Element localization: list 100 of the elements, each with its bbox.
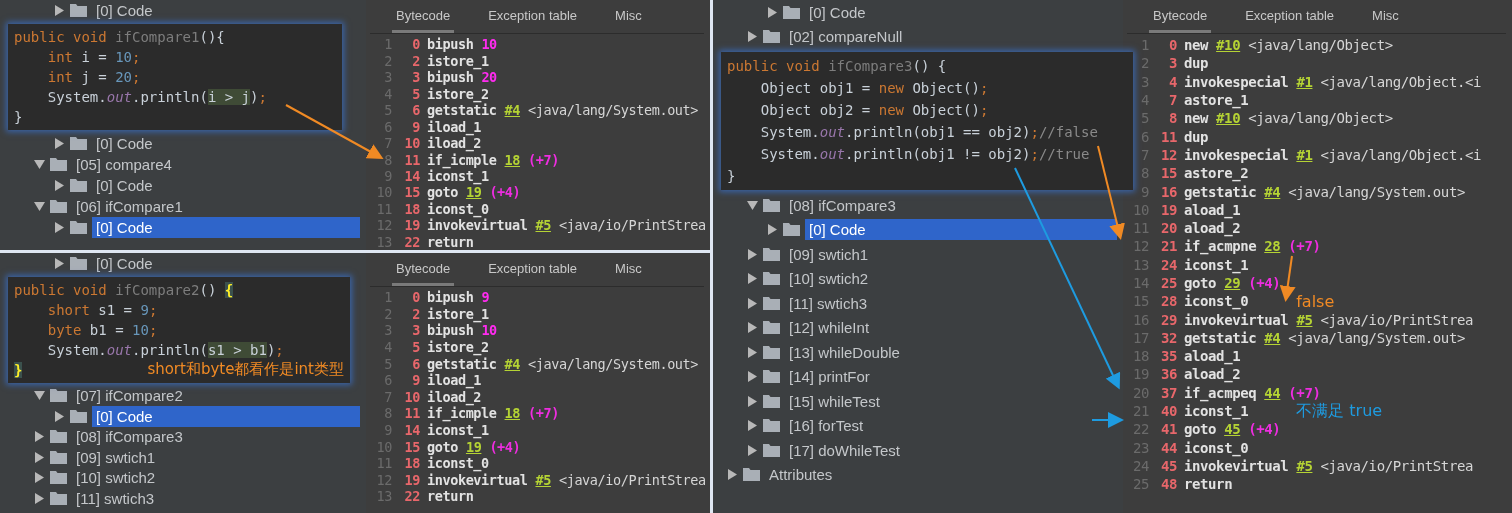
tab[interactable]: Misc bbox=[611, 0, 646, 33]
tab[interactable]: Exception table bbox=[1241, 0, 1339, 33]
tree-item[interactable]: [0] Code bbox=[92, 217, 360, 238]
bytecode-instruction: goto 29 (+4) bbox=[1184, 275, 1282, 291]
caret-right-icon[interactable] bbox=[54, 222, 65, 233]
tree-item[interactable]: [0] Code bbox=[92, 253, 157, 274]
tree-item[interactable]: [12] whileInt bbox=[785, 317, 874, 339]
tree-item[interactable]: [0] Code bbox=[92, 133, 157, 154]
folder-icon bbox=[763, 394, 780, 408]
caret-right-icon[interactable] bbox=[727, 469, 738, 481]
bytecode-instruction: return bbox=[1184, 476, 1234, 493]
bytecode-instruction: goto 19 (+4) bbox=[427, 184, 522, 201]
caret-right-icon[interactable] bbox=[747, 444, 758, 456]
caret-right-icon[interactable] bbox=[747, 346, 758, 358]
caret-down-icon[interactable] bbox=[34, 390, 45, 402]
bytecode-instruction: iconst_1 bbox=[1184, 256, 1250, 273]
caret-right-icon[interactable] bbox=[767, 224, 778, 236]
tree-item[interactable]: [08] ifCompare3 bbox=[72, 426, 187, 448]
tree-item[interactable]: [10] swtich2 bbox=[72, 467, 160, 489]
tree-item[interactable]: [07] ifCompare2 bbox=[72, 385, 187, 407]
caret-right-icon[interactable] bbox=[54, 257, 65, 269]
folder-icon bbox=[783, 5, 800, 19]
code-line: } bbox=[727, 167, 736, 186]
code-line: Object obj1 = new Object(); bbox=[759, 79, 989, 98]
bytecode-instruction: aload_1 bbox=[1184, 348, 1242, 365]
caret-right-icon[interactable] bbox=[747, 322, 758, 334]
bytecode-instruction: goto 45 (+4) bbox=[1184, 421, 1282, 438]
bytecode-offset: 19 bbox=[403, 217, 420, 234]
caret-right-icon[interactable] bbox=[747, 371, 758, 383]
bytecode-instruction: if_icmple 18 (+7) bbox=[427, 405, 560, 422]
caret-right-icon[interactable] bbox=[34, 451, 45, 463]
tree-item[interactable]: [13] whileDouble bbox=[785, 341, 904, 363]
tree-item[interactable]: [0] Code bbox=[805, 219, 1117, 241]
code-line: Object obj2 = new Object(); bbox=[759, 101, 989, 120]
tree-item[interactable]: [02] compareNull bbox=[785, 26, 907, 48]
caret-down-icon[interactable] bbox=[34, 159, 45, 170]
tab[interactable]: Bytecode bbox=[392, 0, 455, 33]
caret-right-icon[interactable] bbox=[747, 31, 758, 43]
bytecode-offset: 9 bbox=[411, 118, 420, 135]
folder-icon bbox=[70, 137, 87, 150]
tree-item[interactable]: [09] swtich1 bbox=[785, 243, 873, 265]
caret-right-icon[interactable] bbox=[34, 492, 45, 504]
tree-item[interactable]: [11] swtich3 bbox=[72, 487, 159, 509]
tree-item[interactable]: [06] ifCompare1 bbox=[72, 196, 187, 217]
tree-item[interactable]: [0] Code bbox=[92, 405, 360, 427]
caret-right-icon[interactable] bbox=[747, 248, 758, 260]
caret-right-icon[interactable] bbox=[34, 431, 45, 443]
tree-item[interactable]: [14] printFor bbox=[785, 366, 874, 388]
bytecode-offset: 11 bbox=[403, 405, 420, 422]
bytecode-instruction: getstatic #4 <java/lang/System.out> bbox=[427, 355, 700, 372]
caret-right-icon[interactable] bbox=[54, 410, 65, 422]
tree-item[interactable]: Attributes bbox=[765, 464, 837, 486]
bytecode-offset: 11 bbox=[403, 151, 420, 168]
caret-right-icon[interactable] bbox=[767, 6, 778, 18]
caret-right-icon[interactable] bbox=[54, 138, 65, 149]
caret-right-icon[interactable] bbox=[747, 395, 758, 407]
bytecode-offset: 4 bbox=[1167, 73, 1177, 90]
bytecode-instruction: bipush 9 bbox=[427, 289, 491, 306]
bytecode-instruction: bipush 20 bbox=[427, 69, 498, 86]
tree-item[interactable]: [05] compare4 bbox=[72, 154, 176, 175]
tree-item[interactable]: [15] whileTest bbox=[785, 390, 884, 412]
caret-down-icon[interactable] bbox=[747, 199, 758, 211]
folder-icon bbox=[763, 370, 780, 384]
folder-icon bbox=[763, 30, 780, 44]
tree-item[interactable]: [10] swtich2 bbox=[785, 268, 873, 290]
bytecode-offset: 8 bbox=[1167, 110, 1177, 127]
tree-item[interactable]: [11] swtich3 bbox=[785, 292, 872, 314]
tree-item[interactable]: [17] doWhileTest bbox=[785, 439, 904, 461]
bytecode-offset: 18 bbox=[403, 455, 420, 472]
code-line: System.out.println(obj1 != obj2);//true bbox=[759, 145, 1090, 164]
bytecode-offset: 2 bbox=[411, 305, 420, 322]
caret-right-icon[interactable] bbox=[54, 5, 65, 16]
tree-item[interactable]: [0] Code bbox=[92, 0, 157, 21]
tab[interactable]: Exception table bbox=[484, 0, 582, 33]
tree-item[interactable]: [0] Code bbox=[92, 175, 157, 196]
tab[interactable]: Misc bbox=[1368, 0, 1403, 33]
caret-right-icon[interactable] bbox=[747, 420, 758, 432]
caret-right-icon[interactable] bbox=[747, 297, 758, 309]
folder-icon bbox=[70, 221, 87, 234]
tab[interactable]: Misc bbox=[611, 253, 646, 286]
code-line: public void ifCompare3() { bbox=[727, 57, 947, 76]
tab[interactable]: Bytecode bbox=[1149, 0, 1212, 33]
tab[interactable]: Bytecode bbox=[392, 253, 455, 286]
bytecode-instruction: istore_2 bbox=[427, 339, 490, 356]
bytecode-offset: 35 bbox=[1159, 348, 1177, 365]
caret-down-icon[interactable] bbox=[34, 201, 45, 212]
bytecode-offset: 10 bbox=[403, 135, 420, 152]
bytecode-instruction: aload_1 bbox=[1184, 201, 1242, 218]
tree-item[interactable]: [16] forTest bbox=[785, 415, 868, 437]
tree-item[interactable]: [0] Code bbox=[805, 1, 870, 23]
folder-icon bbox=[50, 430, 67, 444]
tab[interactable]: Exception table bbox=[484, 253, 582, 286]
caret-right-icon[interactable] bbox=[34, 472, 45, 484]
folder-icon bbox=[70, 4, 87, 17]
folder-icon bbox=[50, 471, 67, 485]
tree-item[interactable]: [09] swtich1 bbox=[72, 446, 160, 468]
tree-item[interactable]: [08] ifCompare3 bbox=[785, 194, 900, 216]
bytecode-offset: 25 bbox=[1159, 275, 1177, 291]
caret-right-icon[interactable] bbox=[54, 180, 65, 191]
caret-right-icon[interactable] bbox=[747, 273, 758, 285]
